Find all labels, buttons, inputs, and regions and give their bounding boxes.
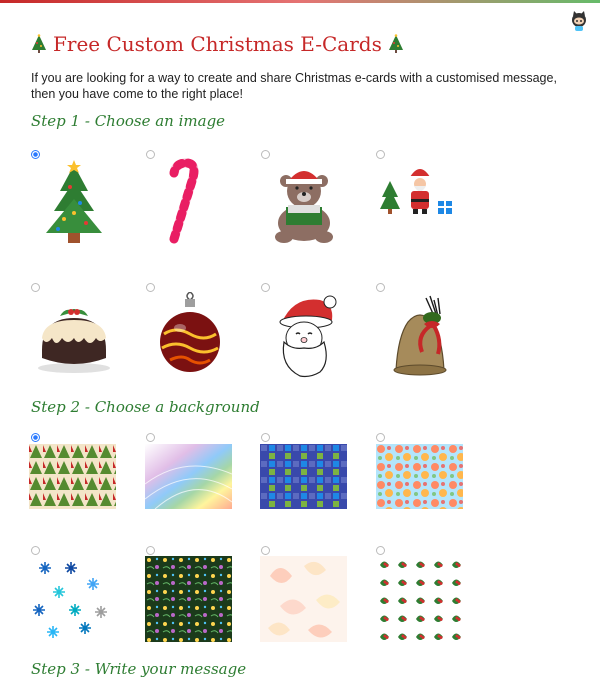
step3-heading: Step 3 - Write your message	[31, 660, 247, 678]
teddy-bear-image[interactable]	[260, 157, 348, 245]
candy-cane-image[interactable]	[146, 157, 234, 245]
dark-floral-pattern-background[interactable]	[145, 556, 232, 642]
christmas-tree-icon	[388, 34, 403, 53]
bell-image[interactable]	[376, 292, 464, 380]
step1-heading: Step 1 - Choose an image	[31, 112, 226, 130]
background-radio-dark-floral-pattern[interactable]	[146, 546, 155, 555]
background-radio-rainbow-pattern[interactable]	[146, 433, 155, 442]
intro-text: If you are looking for a way to create a…	[31, 71, 557, 101]
rainbow-pattern-background[interactable]	[145, 444, 232, 509]
bauble-image[interactable]	[146, 292, 234, 380]
page-title: Free Custom Christmas E-Cards	[31, 32, 404, 56]
background-radio-faded-leaves-pattern[interactable]	[261, 546, 270, 555]
background-radio-blue-squares-pattern[interactable]	[261, 433, 270, 442]
santa-face-image[interactable]	[260, 292, 348, 380]
page-title-text: Free Custom Christmas E-Cards	[53, 32, 382, 56]
christmas-tree-icon	[32, 34, 46, 53]
trees-pattern-background[interactable]	[29, 444, 116, 509]
christmas-pudding-image[interactable]	[30, 292, 118, 380]
background-radio-trees-pattern[interactable]	[31, 433, 40, 442]
image-radio-santa-face[interactable]	[261, 283, 270, 292]
image-radio-bauble[interactable]	[146, 283, 155, 292]
image-radio-bell[interactable]	[376, 283, 385, 292]
background-radio-holly-pattern[interactable]	[376, 546, 385, 555]
background-radio-poinsettia-pattern[interactable]	[376, 433, 385, 442]
top-accent-bar	[0, 0, 600, 3]
background-radio-snowflakes-pattern[interactable]	[31, 546, 40, 555]
step2-heading: Step 2 - Choose a background	[31, 398, 260, 416]
github-octocat-icon[interactable]	[567, 9, 591, 33]
image-radio-christmas-pudding[interactable]	[31, 283, 40, 292]
holly-pattern-background[interactable]	[376, 556, 463, 642]
blue-squares-pattern-background[interactable]	[260, 444, 347, 509]
poinsettia-pattern-background[interactable]	[376, 444, 463, 509]
snowflakes-pattern-background[interactable]	[29, 556, 116, 644]
santa-with-tree-and-gift-image[interactable]	[376, 157, 464, 245]
christmas-tree-image[interactable]	[30, 157, 118, 245]
faded-leaves-pattern-background[interactable]	[260, 556, 347, 642]
